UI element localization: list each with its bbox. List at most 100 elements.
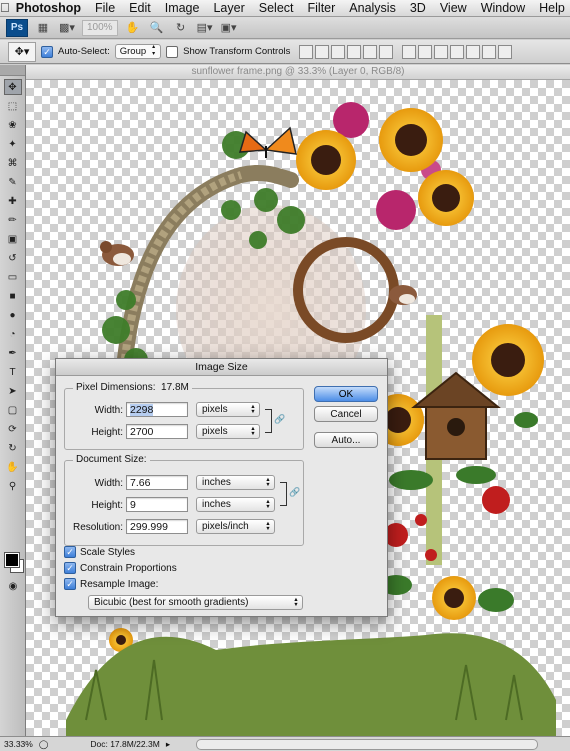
crop-tool-icon[interactable]: ⌘	[4, 155, 22, 171]
pixel-height-label: Height:	[91, 427, 123, 438]
status-icon[interactable]: ◯	[39, 739, 49, 750]
3d-orbit-tool-icon[interactable]: ↻	[4, 440, 22, 456]
quick-mask-icon[interactable]: ◉	[4, 578, 22, 594]
3d-rotate-tool-icon[interactable]: ⟳	[4, 421, 22, 437]
auto-select-dropdown[interactable]: Group	[114, 44, 162, 59]
eraser-tool-icon[interactable]: ▭	[4, 269, 22, 285]
red-berries	[384, 486, 510, 561]
menu-edit[interactable]: Edit	[123, 0, 159, 16]
dialog-title[interactable]: Image Size	[56, 359, 387, 376]
marquee-tool-icon[interactable]: ⬚	[4, 98, 22, 114]
align-right-icon[interactable]	[379, 44, 394, 59]
distribute-right-icon[interactable]	[482, 44, 497, 59]
status-menu-arrow-icon[interactable]: ▸	[166, 739, 170, 750]
menu-select[interactable]: Select	[253, 0, 302, 16]
auto-align-icon[interactable]	[498, 44, 513, 59]
pixel-width-unit-select[interactable]: pixels ▲ ▼	[196, 402, 260, 417]
pixel-height-field[interactable]: 2700	[126, 424, 188, 439]
distribute-vcenter-icon[interactable]	[418, 44, 433, 59]
menu-filter[interactable]: Filter	[302, 0, 344, 16]
application-bar: Ps ▦ ▩▾ 100% ✋ 🔍 ↻ ▤▾ ▣▾	[0, 17, 570, 39]
zoom-level-select[interactable]: 100%	[82, 19, 118, 36]
apple-icon[interactable]: 	[0, 0, 10, 16]
pixel-width-field[interactable]: 2298	[126, 402, 188, 417]
healing-brush-tool-icon[interactable]: ✚	[4, 193, 22, 209]
rotate-view-icon[interactable]: ↻	[172, 20, 190, 36]
menu-app[interactable]: Photoshop	[10, 0, 89, 16]
lasso-tool-icon[interactable]: ❀	[4, 117, 22, 133]
tools-panel-grip[interactable]	[0, 65, 25, 76]
resample-method-select[interactable]: Bicubic (best for smooth gradients) ▲ ▼	[88, 595, 303, 610]
constrain-proportions-row[interactable]: ✓ Constrain Proportions	[64, 562, 177, 574]
show-transform-checkbox[interactable]	[166, 45, 179, 58]
resolution-field[interactable]: 299.999	[126, 519, 188, 534]
distribute-hcenter-icon[interactable]	[466, 44, 481, 59]
align-bottom-icon[interactable]	[331, 44, 346, 59]
document-info[interactable]: Doc: 17.8M/22.3M	[90, 739, 159, 749]
menu-window[interactable]: Window	[475, 0, 533, 16]
arrange-documents-icon[interactable]: ▤▾	[196, 20, 214, 36]
align-vcenter-icon[interactable]	[315, 44, 330, 59]
bridge-icon[interactable]: ▦	[34, 20, 52, 36]
align-top-icon[interactable]	[299, 44, 314, 59]
horizontal-scrollbar[interactable]	[196, 738, 539, 750]
menu-layer[interactable]: Layer	[207, 0, 252, 16]
bird-wreath	[389, 285, 417, 305]
document-title[interactable]: sunflower frame.png @ 33.3% (Layer 0, RG…	[26, 65, 570, 80]
doc-width-field[interactable]: 7.66	[126, 475, 188, 490]
distribute-left-icon[interactable]	[450, 44, 465, 59]
type-tool-icon[interactable]: T	[4, 364, 22, 380]
doc-height-label: Height:	[91, 500, 123, 511]
align-left-icon[interactable]	[347, 44, 362, 59]
blur-tool-icon[interactable]: ●	[4, 307, 22, 323]
menu-help[interactable]: Help	[533, 0, 570, 16]
align-hcenter-icon[interactable]	[363, 44, 378, 59]
cancel-button[interactable]: Cancel	[314, 406, 378, 422]
hand-tool-icon[interactable]: ✋	[4, 459, 22, 475]
eyedropper-tool-icon[interactable]: ✎	[4, 174, 22, 190]
brush-tool-icon[interactable]: ✏	[4, 212, 22, 228]
tool-preset-picker[interactable]: ✥▾	[8, 41, 36, 62]
quick-select-tool-icon[interactable]: ✦	[4, 136, 22, 152]
scale-styles-checkbox[interactable]: ✓	[64, 546, 76, 558]
foreground-color-swatch[interactable]	[4, 552, 20, 568]
doc-width-unit-select[interactable]: inches ▲ ▼	[196, 475, 275, 490]
view-extras-icon[interactable]: ▩▾	[58, 20, 76, 36]
doc-height-unit-select[interactable]: inches ▲ ▼	[196, 497, 275, 512]
auto-button[interactable]: Auto...	[314, 432, 378, 448]
auto-select-checkbox[interactable]: ✓	[41, 45, 53, 58]
menu-file[interactable]: File	[89, 0, 123, 16]
resample-image-checkbox[interactable]: ✓	[64, 578, 76, 590]
dodge-tool-icon[interactable]: ◔	[4, 326, 22, 342]
constrain-proportions-checkbox[interactable]: ✓	[64, 562, 76, 574]
shape-tool-icon[interactable]: ▢	[4, 402, 22, 418]
doc-height-field[interactable]: 9	[126, 497, 188, 512]
screen-mode-icon[interactable]: ▣▾	[220, 20, 238, 36]
hand-tool-icon[interactable]: ✋	[124, 20, 142, 36]
zoom-percentage[interactable]: 33.33%	[4, 739, 33, 749]
distribute-top-icon[interactable]	[402, 44, 417, 59]
gradient-tool-icon[interactable]: ■	[4, 288, 22, 304]
menu-3d[interactable]: 3D	[404, 0, 434, 16]
distribute-bottom-icon[interactable]	[434, 44, 449, 59]
chain-link-icon: 🔗	[274, 414, 286, 424]
pixel-dimensions-group: Pixel Dimensions: 17.8M Width: 2298 pixe…	[64, 382, 304, 450]
menu-view[interactable]: View	[434, 0, 475, 16]
pixel-dimensions-size: 17.8M	[161, 382, 189, 393]
resolution-unit-select[interactable]: pixels/inch ▲ ▼	[196, 519, 275, 534]
menu-analysis[interactable]: Analysis	[343, 0, 404, 16]
ok-button[interactable]: OK	[314, 386, 378, 402]
show-transform-label: Show Transform Controls	[183, 46, 291, 57]
clone-stamp-tool-icon[interactable]: ▣	[4, 231, 22, 247]
move-tool-icon[interactable]: ✥	[3, 79, 22, 95]
pixel-height-unit-select[interactable]: pixels ▲ ▼	[196, 424, 260, 439]
history-brush-tool-icon[interactable]: ↺	[4, 250, 22, 266]
menu-image[interactable]: Image	[159, 0, 208, 16]
pen-tool-icon[interactable]: ✒	[4, 345, 22, 361]
path-select-tool-icon[interactable]: ➤	[4, 383, 22, 399]
photoshop-logo[interactable]: Ps	[6, 18, 28, 37]
zoom-tool-icon[interactable]: 🔍	[148, 20, 166, 36]
resample-image-row[interactable]: ✓ Resample Image:	[64, 578, 158, 590]
zoom-tool-icon[interactable]: ⚲	[4, 478, 22, 494]
scale-styles-row[interactable]: ✓ Scale Styles	[64, 546, 135, 558]
